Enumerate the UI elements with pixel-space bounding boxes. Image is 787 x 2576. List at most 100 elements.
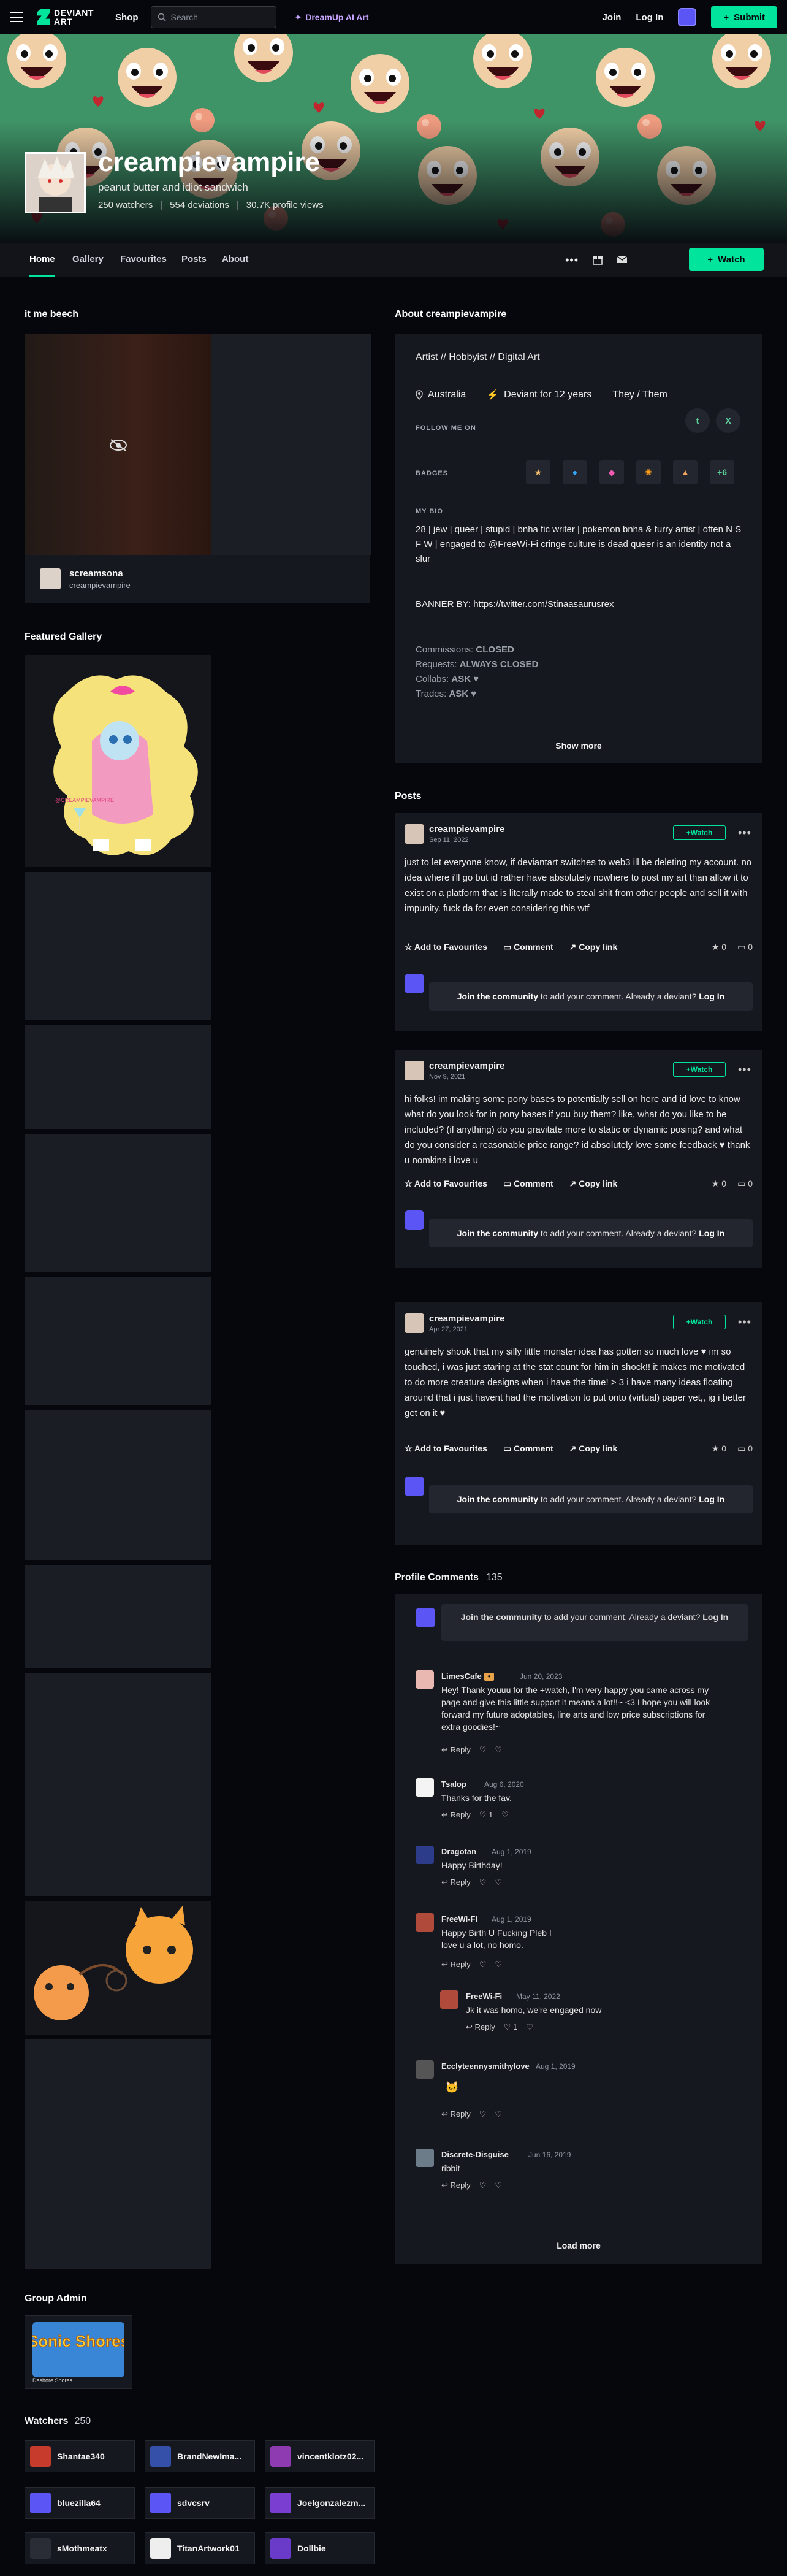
gallery-item[interactable] [25,1901,211,2035]
submit-button[interactable]: + Submit [711,6,777,28]
reply-button[interactable]: ↩ Reply [441,1960,471,1970]
watchers-count[interactable]: 250 watchers [98,200,153,210]
post-avatar[interactable] [405,824,424,844]
gallery-item[interactable] [25,2039,211,2269]
more-options-icon[interactable]: ••• [738,827,751,839]
like-icon[interactable]: ♡ [479,2180,487,2190]
reply-button[interactable]: ↩ Reply [441,1878,471,1887]
add-favourite-button[interactable]: ☆ Add to Favourites [405,1179,487,1189]
gallery-item[interactable] [25,1277,211,1405]
post-username[interactable]: creampievampire [429,1061,504,1071]
more-options-icon[interactable]: ••• [738,1063,751,1076]
banner-credit-link[interactable]: https://twitter.com/Stinaasaurusrex [473,599,614,610]
copy-link-button[interactable]: ↗ Copy link [569,942,618,952]
copy-link-button[interactable]: ↗ Copy link [569,1443,618,1454]
dreamup-link[interactable]: ✦ DreamUp AI Art [295,12,369,23]
post-username[interactable]: creampievampire [429,824,504,835]
deviation-author[interactable]: creampievampire [69,581,131,590]
shop-link[interactable]: Shop [115,12,139,23]
add-favourite-button[interactable]: ☆ Add to Favourites [405,1443,487,1454]
watcher-item[interactable]: TitanArtwork01 [145,2532,255,2564]
like-icon[interactable]: ♡ 1 [479,1810,493,1820]
add-favourite-button[interactable]: ☆ Add to Favourites [405,942,487,952]
badges-more[interactable]: +6 [710,460,734,484]
avatar[interactable] [416,1913,434,1932]
watcher-item[interactable]: sdvcsrv [145,2487,255,2519]
login-link[interactable]: Log In [699,992,724,1001]
reply-button[interactable]: ↩ Reply [441,2109,471,2119]
join-link[interactable]: Join the community [457,992,538,1001]
more-options-icon[interactable]: ••• [565,254,579,267]
watcher-item[interactable]: Joelgonzalezm... [265,2487,375,2519]
reply-button[interactable]: ↩ Reply [466,2022,495,2032]
post-username[interactable]: creampievampire [429,1313,504,1324]
badge-icon[interactable]: ● [563,460,587,484]
mature-content-thumb[interactable] [25,334,211,555]
reply-button[interactable]: ↩ Reply [441,1745,471,1755]
join-to-comment[interactable]: Join the community to add your comment. … [429,1485,753,1513]
like-icon[interactable]: ♡ [479,2109,487,2119]
avatar[interactable] [416,1846,434,1864]
gallery-item[interactable] [25,1565,211,1668]
login-link[interactable]: Log In [702,1612,728,1622]
like-icon[interactable]: ♡ [479,1745,487,1755]
copy-link-button[interactable]: ↗ Copy link [569,1179,618,1189]
deviantart-logo[interactable]: DEVIANT ART [37,9,93,26]
gift-icon[interactable] [592,254,603,267]
tab-favourites[interactable]: Favourites [120,254,167,264]
comment-author[interactable]: Dragotan [441,1847,476,1856]
post-watch-button[interactable]: + Watch [673,1315,726,1329]
profile-avatar[interactable] [25,152,86,213]
deviation-title[interactable]: screamsona [69,568,123,579]
more-options-icon[interactable]: ••• [738,1316,751,1329]
reply-button[interactable]: ↩ Reply [441,1810,471,1820]
comment-button[interactable]: ▭ Comment [503,1443,553,1454]
like-icon[interactable]: ♡ 1 [504,2022,518,2032]
deviation-thumb-avatar[interactable] [40,568,61,589]
join-link[interactable]: Join [603,12,622,23]
login-link[interactable]: Log In [699,1494,724,1504]
comment-author[interactable]: Tsalop [441,1779,466,1789]
dislike-icon[interactable]: ♡ [526,2022,533,2032]
gallery-item[interactable] [25,872,211,1020]
menu-icon[interactable] [10,12,23,22]
avatar[interactable] [440,1990,458,2009]
search-input[interactable]: Search [150,6,276,28]
join-to-comment[interactable]: Join the community to add your comment. … [429,982,753,1011]
like-icon[interactable]: ♡ [479,1878,487,1887]
load-more-button[interactable]: Load more [395,2241,762,2250]
post-watch-button[interactable]: + Watch [673,825,726,840]
tab-posts[interactable]: Posts [181,254,207,264]
avatar[interactable] [416,1778,434,1797]
like-icon[interactable]: ♡ [479,1960,487,1970]
comment-author[interactable]: LimesCafe [441,1672,482,1681]
post-avatar[interactable] [405,1313,424,1333]
comment-button[interactable]: ▭ Comment [503,942,553,952]
comment-author[interactable]: FreeWi-Fi [466,1992,502,2001]
tumblr-icon[interactable]: t [685,408,710,433]
join-to-comment[interactable]: Join the community to add your comment. … [441,1604,748,1641]
comment-button[interactable]: ▭ Comment [503,1179,553,1189]
watcher-item[interactable]: BrandNewIma... [145,2440,255,2472]
watch-button[interactable]: + Watch [689,248,764,271]
gallery-item[interactable] [25,1134,211,1272]
join-to-comment[interactable]: Join the community to add your comment. … [429,1219,753,1247]
join-link[interactable]: Join the community [461,1612,542,1622]
comment-author[interactable]: Ecclyteennysmithylove [441,2062,530,2071]
post-avatar[interactable] [405,1061,424,1080]
tab-gallery[interactable]: Gallery [72,254,104,264]
dislike-icon[interactable]: ♡ [495,2180,502,2190]
join-link[interactable]: Join the community [457,1228,538,1238]
login-link[interactable]: Log In [699,1228,724,1238]
watcher-item[interactable]: Shantae340 [25,2440,135,2472]
dislike-icon[interactable]: ♡ [495,2109,502,2119]
user-avatar[interactable] [678,8,697,26]
badge-icon[interactable]: ▲ [673,460,698,484]
message-icon[interactable] [617,254,628,267]
comment-author[interactable]: FreeWi-Fi [441,1914,477,1924]
gallery-item[interactable] [25,1673,211,1896]
avatar[interactable] [416,1670,434,1689]
gallery-item[interactable] [25,1410,211,1560]
group-card[interactable]: Sonic Shores Deshore Shores [25,2315,132,2389]
login-link[interactable]: Log In [636,12,663,23]
